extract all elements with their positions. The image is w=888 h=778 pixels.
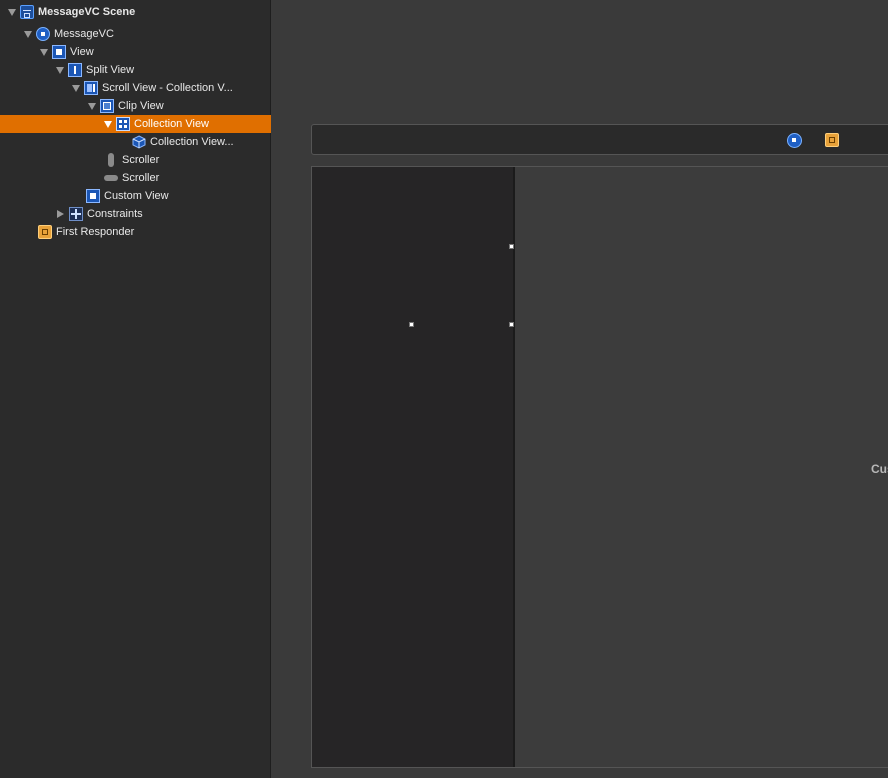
- outline-item-messagevc[interactable]: MessageVC: [0, 25, 294, 43]
- disclosure-triangle-icon[interactable]: [8, 8, 16, 16]
- first-responder-icon: [38, 225, 52, 239]
- disclosure-triangle-icon[interactable]: [104, 120, 112, 128]
- clip-view-icon: [100, 99, 114, 113]
- outline-item-label: View: [70, 46, 94, 58]
- disclosure-triangle-icon[interactable]: [57, 210, 64, 218]
- resize-handle-middle-right[interactable]: [509, 322, 514, 327]
- collection-view-icon: [116, 117, 130, 131]
- custom-view-pane[interactable]: [515, 167, 888, 767]
- resize-handle-top-right[interactable]: [509, 244, 514, 249]
- cube-icon: [132, 135, 146, 149]
- outline-item-label: Scroller: [122, 154, 160, 166]
- custom-view-label: Cus: [871, 462, 888, 476]
- outline-item-label: Collection View...: [150, 136, 234, 148]
- outline-item-label: Split View: [86, 64, 135, 76]
- outline-item-label: First Responder: [56, 226, 135, 238]
- split-view-icon: [68, 63, 82, 77]
- outline-item-label: MessageVC: [54, 28, 114, 40]
- scroll-view-icon: [84, 81, 98, 95]
- outline-item-view[interactable]: View: [0, 43, 310, 61]
- constraints-icon: [69, 207, 83, 221]
- resize-handle-middle-left[interactable]: [409, 322, 414, 327]
- scene-window[interactable]: Cus: [311, 166, 888, 768]
- outline-item-label: Constraints: [87, 208, 143, 220]
- scene-dock-bar[interactable]: [311, 124, 888, 155]
- outline-item-label: Collection View: [134, 118, 210, 130]
- view-controller-icon: [36, 27, 50, 41]
- disclosure-triangle-icon[interactable]: [40, 48, 48, 56]
- scene-icon: [20, 5, 34, 19]
- outline-item-label: Scroll View - Collection V...: [102, 82, 233, 94]
- disclosure-triangle-icon[interactable]: [24, 30, 32, 38]
- view-icon: [86, 189, 100, 203]
- outline-item-first-responder[interactable]: First Responder: [0, 223, 308, 241]
- outline-item-label: Clip View: [118, 100, 164, 112]
- outline-item-label: MessageVC Scene: [38, 6, 136, 18]
- view-controller-icon[interactable]: [787, 133, 802, 148]
- first-responder-icon[interactable]: [825, 133, 839, 147]
- document-outline: MessageVC Scene MessageVC View Split Vie…: [0, 0, 374, 778]
- disclosure-triangle-icon[interactable]: [56, 66, 64, 74]
- outline-item-label: Custom View: [104, 190, 169, 202]
- disclosure-triangle-icon[interactable]: [72, 84, 80, 92]
- split-view-left-pane[interactable]: [312, 167, 513, 767]
- vertical-scroller-icon: [104, 153, 118, 167]
- outline-item-label: Scroller: [122, 172, 160, 184]
- outline-item-messagevc-scene[interactable]: MessageVC Scene: [0, 3, 278, 21]
- view-icon: [52, 45, 66, 59]
- disclosure-triangle-icon[interactable]: [88, 102, 96, 110]
- storyboard-canvas[interactable]: Cus: [271, 0, 888, 778]
- horizontal-scroller-icon: [104, 171, 118, 185]
